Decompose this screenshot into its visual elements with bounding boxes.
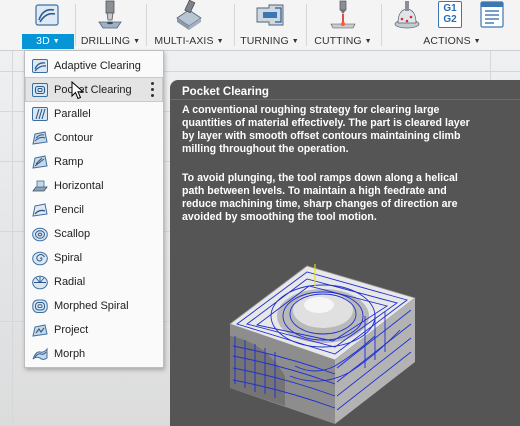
ribbon-group-turning[interactable]: TURNING ▼ — [237, 0, 302, 50]
spiral-icon — [32, 251, 48, 265]
3d-adaptive-icon[interactable] — [34, 2, 60, 28]
ribbon-label-multi-axis-text: MULTI-AXIS — [154, 35, 214, 47]
menu-item-project[interactable]: Project — [26, 318, 162, 341]
menu-item-morphed-spiral[interactable]: Morphed Spiral — [26, 294, 162, 317]
tooltip-paragraph-1: A conventional roughing strategy for cle… — [182, 104, 470, 155]
post-process-icon[interactable]: G1 G2 — [438, 1, 462, 28]
morphed-spiral-icon — [32, 299, 48, 313]
scallop-icon — [32, 227, 48, 241]
ribbon-label-cutting-text: CUTTING — [314, 35, 362, 47]
gcode-line-1: G1 — [443, 3, 457, 14]
chevron-down-icon: ▼ — [216, 38, 224, 45]
tooltip-divider — [170, 99, 520, 100]
menu-item-pocket-clearing[interactable]: Pocket Clearing — [25, 77, 163, 102]
menu-item-label: Horizontal — [54, 179, 104, 192]
ribbon-label-actions[interactable]: ACTIONS ▼ — [384, 34, 520, 49]
ribbon-label-actions-text: ACTIONS — [423, 35, 471, 47]
tooltip-title: Pocket Clearing — [182, 86, 269, 98]
ribbon-label-drilling[interactable]: DRILLING ▼ — [78, 34, 143, 49]
menu-item-pencil[interactable]: Pencil — [26, 198, 162, 221]
parallel-icon — [32, 106, 48, 121]
menu-item-spiral[interactable]: Spiral — [26, 246, 162, 269]
grid-line — [12, 51, 13, 426]
menu-item-label: Pocket Clearing — [54, 83, 132, 96]
separator — [75, 4, 76, 46]
adaptive-clearing-icon — [32, 58, 48, 73]
ribbon-label-turning-text: TURNING — [240, 35, 289, 47]
ribbon-group-actions[interactable]: G1 G2 ACTIONS ▼ — [384, 0, 520, 50]
horizontal-icon — [32, 180, 48, 191]
turning-icon[interactable] — [255, 2, 285, 28]
menu-item-label: Parallel — [54, 107, 91, 120]
simulate-icon[interactable] — [392, 0, 422, 30]
contour-icon — [32, 130, 48, 145]
ribbon-label-drilling-text: DRILLING — [80, 35, 131, 47]
mouse-pointer-icon — [71, 81, 85, 100]
menu-item-label: Radial — [54, 275, 86, 288]
project-icon — [32, 323, 48, 337]
ribbon-group-multi-axis[interactable]: MULTI-AXIS ▼ — [149, 0, 229, 50]
pocket-toolpath-illustration — [229, 264, 416, 424]
separator — [234, 4, 235, 46]
menu-item-label: Spiral — [54, 251, 83, 264]
menu-item-scallop[interactable]: Scallop — [26, 222, 162, 245]
more-options-icon[interactable] — [150, 82, 154, 97]
ribbon-label-3d-text: 3D — [36, 35, 50, 47]
setup-sheet-icon[interactable] — [480, 1, 504, 28]
menu-item-parallel[interactable]: Parallel — [26, 102, 162, 125]
ribbon-label-turning[interactable]: TURNING ▼ — [237, 34, 302, 49]
menu-item-horizontal[interactable]: Horizontal — [26, 174, 162, 197]
menu-item-label: Contour — [54, 131, 94, 144]
chevron-down-icon: ▼ — [52, 38, 60, 45]
separator — [306, 4, 307, 46]
menu-item-radial[interactable]: Radial — [26, 270, 162, 293]
menu-item-label: Scallop — [54, 227, 91, 240]
ribbon-group-cutting[interactable]: CUTTING ▼ — [309, 0, 377, 50]
ribbon-label-cutting[interactable]: CUTTING ▼ — [309, 34, 377, 49]
pencil-icon — [32, 202, 48, 217]
menu-item-label: Morph — [54, 347, 86, 360]
separator — [381, 4, 382, 46]
multi-axis-icon[interactable] — [173, 0, 205, 30]
menu-item-ramp[interactable]: Ramp — [26, 150, 162, 173]
ramp-icon — [32, 154, 48, 169]
menu-item-contour[interactable]: Contour — [26, 126, 162, 149]
chevron-down-icon: ▼ — [364, 38, 372, 45]
tooltip-pocket-clearing: Pocket Clearing A conventional roughing … — [170, 80, 520, 426]
toolbar-ribbon: 3D ▼ DRILLING ▼ MULTI-AXIS ▼ TURNING ▼ C… — [0, 0, 520, 51]
ribbon-group-3d[interactable]: 3D ▼ — [22, 0, 74, 50]
menu-item-adaptive-clearing[interactable]: Adaptive Clearing — [26, 54, 162, 77]
menu-item-morph[interactable]: Morph — [26, 342, 162, 365]
tooltip-paragraph-2: To avoid plunging, the tool ramps down a… — [182, 172, 458, 223]
chevron-down-icon: ▼ — [473, 38, 481, 45]
radial-icon — [32, 275, 48, 289]
ribbon-group-drilling[interactable]: DRILLING ▼ — [78, 0, 143, 50]
menu-item-label: Pencil — [54, 203, 84, 216]
laser-cut-icon[interactable] — [329, 0, 357, 30]
separator — [146, 4, 147, 46]
menu-item-label: Morphed Spiral — [54, 299, 129, 312]
menu-item-label: Ramp — [54, 155, 84, 168]
menu-item-label: Project — [54, 323, 89, 336]
morph-icon — [32, 347, 48, 360]
3d-strategy-menu: Adaptive Clearing Pocket Clearing Parall… — [24, 50, 164, 368]
menu-item-label: Adaptive Clearing — [54, 59, 141, 72]
ribbon-label-3d[interactable]: 3D ▼ — [22, 34, 74, 49]
drill-icon[interactable] — [95, 0, 125, 30]
ribbon-label-multi-axis[interactable]: MULTI-AXIS ▼ — [149, 34, 229, 49]
gcode-line-2: G2 — [443, 14, 457, 25]
pocket-clearing-icon — [32, 82, 48, 97]
chevron-down-icon: ▼ — [291, 38, 299, 45]
chevron-down-icon: ▼ — [133, 38, 141, 45]
